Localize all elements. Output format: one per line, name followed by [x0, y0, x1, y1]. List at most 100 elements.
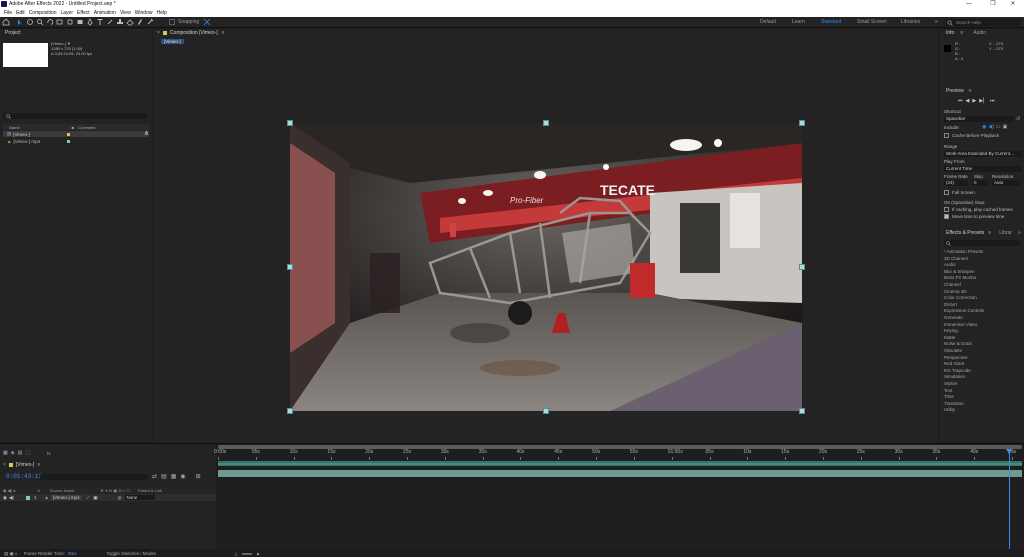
audio-icon[interactable]: ◀)	[9, 495, 14, 501]
panel-menu-icon[interactable]: ≡	[960, 30, 963, 36]
libraries-tab[interactable]: Librar	[999, 230, 1012, 236]
layer-row[interactable]: ◉ ◀) 1 ▲ [Vimeo-] mp4 ⁄ ▣ ◎ None	[0, 494, 216, 501]
zoom-in-icon[interactable]: ▲	[256, 551, 260, 556]
comp-breadcrumb[interactable]: [Vimeo-]	[161, 38, 184, 44]
parent-link-column[interactable]: Parent & Link	[138, 488, 162, 493]
rectangle-tool-icon[interactable]	[76, 18, 84, 26]
chart-editor-icon[interactable]: ⊞	[196, 473, 201, 480]
camera-tool-icon[interactable]	[56, 18, 64, 26]
menu-window[interactable]: Window	[135, 10, 153, 16]
effects-category-item[interactable]: Cinema 4D	[944, 289, 967, 294]
info-tab[interactable]: Info	[946, 30, 954, 36]
type-tool-icon[interactable]	[96, 18, 104, 26]
audio-tab[interactable]: Audio	[973, 30, 986, 36]
effects-category-item[interactable]: Simulation	[944, 374, 965, 379]
menu-animation[interactable]: Animation	[94, 10, 116, 16]
play-from-dropdown[interactable]: Current Time	[944, 166, 1022, 172]
layer-duration-bar[interactable]	[218, 470, 1022, 477]
transform-handle-l[interactable]	[287, 264, 293, 270]
resolution-dropdown[interactable]: Auto	[992, 180, 1020, 186]
toggle-switches-modes[interactable]: Toggle Switches / Modes	[107, 551, 157, 556]
puppet-pin-tool-icon[interactable]	[146, 18, 154, 26]
zoom-out-icon[interactable]: △	[234, 551, 237, 557]
composition-tab[interactable]: Composition [Vimeo-]	[170, 30, 218, 36]
effects-category-item[interactable]: Immersive Video	[944, 322, 977, 327]
effects-category-item[interactable]: Keying	[944, 328, 958, 333]
workspace-learn[interactable]: Learn	[792, 19, 805, 25]
menu-file[interactable]: File	[4, 10, 12, 16]
close-button[interactable]: ✕	[1002, 0, 1024, 9]
layer-name[interactable]: [Vimeo-] mp4	[50, 495, 82, 500]
effects-category-item[interactable]: Utility	[944, 407, 955, 412]
move-time-checkbox[interactable]: Move time to preview time	[944, 214, 1004, 219]
effects-category-item[interactable]: Text	[944, 388, 952, 393]
shy-layers-icon[interactable]: ▤	[161, 473, 167, 480]
effects-category-item[interactable]: Stylize	[944, 381, 957, 386]
cached-frames-checkbox[interactable]: If caching, play cached frames	[944, 207, 1013, 212]
close-tab-icon[interactable]: ×	[157, 30, 160, 36]
effects-category-item[interactable]: * Animation Presets	[944, 249, 983, 254]
effects-search-input[interactable]	[944, 240, 1020, 246]
label-color-swatch[interactable]	[67, 139, 70, 143]
visibility-icon[interactable]: ◉	[3, 495, 7, 501]
clone-stamp-tool-icon[interactable]	[116, 18, 124, 26]
include-layer-controls-icon[interactable]: ▣	[1003, 124, 1008, 130]
transform-handle-tl[interactable]	[287, 120, 293, 126]
panel-menu-icon[interactable]: ≡	[969, 88, 972, 94]
first-frame-icon[interactable]: ⏮	[958, 98, 963, 104]
shortcut-dropdown[interactable]: Spacebar	[944, 116, 1014, 122]
parent-pickwhip-icon[interactable]: ◎	[118, 495, 122, 501]
menu-layer[interactable]: Layer	[60, 10, 73, 16]
zoom-tool-icon[interactable]	[36, 18, 44, 26]
workspace-default[interactable]: Default	[760, 19, 776, 25]
transform-handle-t[interactable]	[543, 120, 549, 126]
menu-help[interactable]: Help	[156, 10, 166, 16]
last-frame-icon[interactable]: ⏭	[990, 98, 995, 104]
selection-tool-icon[interactable]	[16, 18, 24, 26]
project-item-footage[interactable]: ▲ [Vimeo-] mp4	[3, 138, 149, 144]
frame-rate-dropdown[interactable]: (24)	[944, 180, 968, 186]
layer-switches-toggle-icon[interactable]: ▤ ▣ ◐	[4, 551, 18, 557]
effects-category-item[interactable]: Perspective	[944, 355, 968, 360]
transform-handle-tr[interactable]	[799, 120, 805, 126]
effects-category-item[interactable]: Noise & Grain	[944, 341, 972, 346]
effects-category-item[interactable]: Channel	[944, 282, 961, 287]
effects-category-item[interactable]: Color Correction	[944, 295, 977, 300]
work-area-bar[interactable]	[218, 461, 1022, 466]
effects-category-item[interactable]: RG Trapcode	[944, 368, 971, 373]
project-item-comp[interactable]: ▤ [Vimeo-]	[3, 131, 149, 137]
include-overlays-icon[interactable]: ▭	[996, 124, 1001, 130]
menu-effect[interactable]: Effect	[77, 10, 90, 16]
skip-dropdown[interactable]: 0	[972, 180, 988, 186]
effects-category-item[interactable]: Boris FX Mocha	[944, 275, 976, 280]
time-ruler[interactable]: 0:00s 05s 10s 15s 20s 25s 30s 35s 40s 45s 50s 55s 01…	[214, 449, 1024, 460]
maximize-button[interactable]: ❐	[982, 0, 1004, 9]
zoom-slider[interactable]	[241, 552, 252, 555]
more-workspaces-icon[interactable]: »	[935, 19, 938, 25]
transform-handle-r[interactable]	[799, 264, 805, 270]
include-audio-icon[interactable]: ◀)	[988, 124, 994, 130]
home-icon[interactable]	[2, 18, 10, 26]
pen-tool-icon[interactable]	[86, 18, 94, 26]
brush-tool-icon[interactable]	[106, 18, 114, 26]
project-search-input[interactable]	[3, 113, 147, 119]
effects-presets-tab[interactable]: Effects & Presets	[946, 230, 984, 236]
comp-mini-flowchart-icon[interactable]: ◈	[11, 450, 15, 456]
panel-menu-icon[interactable]: ≡	[988, 230, 991, 236]
search-help-field[interactable]: Search Help	[945, 19, 1021, 26]
close-tab-icon[interactable]: ×	[3, 462, 6, 468]
hand-tool-icon[interactable]	[26, 18, 34, 26]
frame-blending-icon[interactable]: ▦	[171, 473, 177, 480]
parent-dropdown[interactable]: None	[124, 495, 155, 500]
effects-category-item[interactable]: Matte	[944, 335, 955, 340]
layer-search-input[interactable]	[40, 474, 148, 480]
previous-frame-icon[interactable]: ◀	[966, 98, 970, 104]
snapping-checkbox[interactable]	[168, 18, 176, 26]
playhead[interactable]	[1006, 449, 1013, 555]
footage-frame[interactable]: TECATE Pro-Fiber	[290, 123, 802, 411]
flowchart-icon[interactable]: ⋔	[144, 130, 149, 137]
workspace-libraries[interactable]: Libraries	[901, 19, 920, 25]
more-panels-icon[interactable]: »	[1018, 230, 1021, 236]
column-comment[interactable]: Comment	[78, 125, 95, 130]
effects-category-item[interactable]: Transition	[944, 401, 964, 406]
